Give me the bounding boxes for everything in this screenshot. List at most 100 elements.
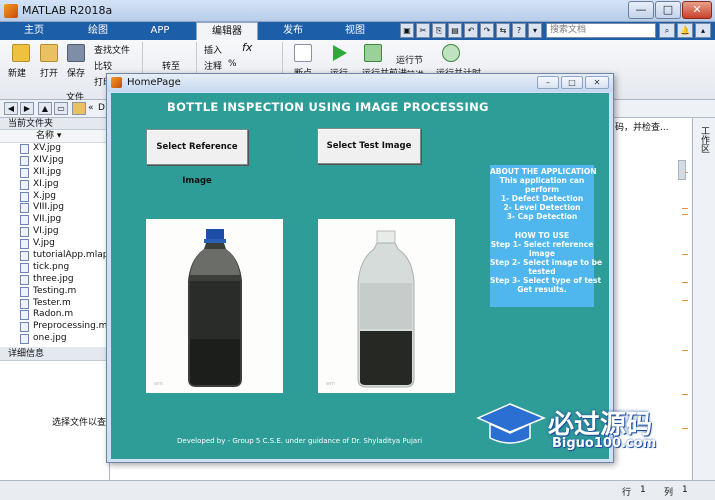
new-file-icon[interactable] [12,44,30,62]
file-list-item[interactable]: one.jpg [0,333,109,345]
about-line: 3- Cap Detection [506,212,578,222]
search-icon[interactable]: ⌕ [659,23,675,38]
current-folder-header: 当前文件夹 [0,118,109,130]
maximize-button[interactable]: □ [655,1,681,19]
quick-cut-icon[interactable]: ✂ [416,23,430,38]
workspace-side-tab[interactable]: 工作区 [692,118,715,480]
name-column-label: 名称 [36,131,55,141]
file-icon [20,179,29,190]
back-icon[interactable]: ◀ [4,102,18,115]
run-icon[interactable] [333,45,347,61]
tab-editor[interactable]: 编辑器 [196,22,258,40]
quick-paste-icon[interactable]: ▤ [448,23,462,38]
tab-publish[interactable]: 发布 [270,22,316,40]
notification-icon[interactable]: 🔔 [677,23,693,38]
homepage-title-bar[interactable]: HomePage – □ ✕ [107,74,613,92]
percent-icon[interactable]: % [228,59,237,69]
save-button[interactable]: 保存 [67,66,85,79]
file-name: three.jpg [33,273,74,284]
file-list-item[interactable]: XIV.jpg [0,155,109,167]
search-docs-input[interactable]: 搜索文档 [546,23,656,38]
matlab-logo-icon [4,4,18,18]
homepage-minimize-button[interactable]: – [537,76,559,89]
reference-bottle-image: wm [154,229,242,387]
about-line: tested [528,267,556,277]
file-list-item[interactable]: Testing.m [0,286,109,298]
svg-text:wm: wm [154,381,163,387]
file-list-item[interactable]: VIII.jpg [0,202,109,214]
file-list-item[interactable]: three.jpg [0,274,109,286]
file-list-item[interactable]: XII.jpg [0,167,109,179]
select-reference-image-button[interactable]: Select Reference Image [146,129,248,186]
open-folder-icon[interactable] [40,44,58,62]
help-icon[interactable]: ? [512,23,526,38]
file-list: XV.jpg XIV.jpg XII.jpg XI.jpg X.jpg VIII.jpg V… [0,143,114,345]
run-advance-icon[interactable] [364,44,382,62]
undo-icon[interactable]: ↶ [464,23,478,38]
minimize-button[interactable]: — [628,1,654,19]
file-name: Preprocessing.m [33,321,108,332]
switch-windows-icon[interactable]: ⇆ [496,23,510,38]
redo-icon[interactable]: ↷ [480,23,494,38]
file-list-item[interactable]: XI.jpg [0,179,109,191]
file-name: V.jpg [33,238,55,249]
file-list-item[interactable]: X.jpg [0,191,109,203]
select-test-image-button[interactable]: Select Test Image [317,128,421,164]
breakpoints-icon[interactable] [294,44,312,62]
forward-icon[interactable]: ▶ [20,102,34,115]
editor-scrollbar-thumb[interactable] [678,160,686,180]
about-line: 2- Level Detection [503,203,581,213]
figure-logo-icon [111,77,122,88]
save-disk-icon[interactable] [67,44,85,62]
details-header: 详细信息 [0,347,110,361]
file-list-item[interactable]: Radon.m [0,309,109,321]
file-icon [20,215,29,226]
file-list-item[interactable]: XV.jpg [0,143,109,155]
tab-view[interactable]: 视图 [332,22,378,40]
file-list-item[interactable]: Tester.m [0,298,109,310]
file-icon [20,334,29,345]
file-icon [20,155,29,166]
about-line: ABOUT THE APPLICATION [490,167,597,176]
workspace-tab-label[interactable]: 工作区 [698,126,711,153]
file-name: XI.jpg [33,178,59,189]
file-list-item[interactable]: tutorialApp.mlapp [0,250,114,262]
file-list-item[interactable]: VI.jpg [0,226,109,238]
close-button[interactable]: ✕ [682,1,712,19]
fx-icon[interactable]: fx [242,41,252,54]
file-list-item[interactable]: Preprocessing.m [0,321,109,333]
new-button[interactable]: 新建 [8,66,26,79]
current-path[interactable]: D [98,103,105,113]
browse-folder-icon[interactable]: ▭ [54,102,68,115]
analyzer-mark [682,208,688,209]
comment-button[interactable]: 注释 [204,59,222,72]
run-section-button[interactable]: 运行节 [396,53,423,66]
folder-up-icon[interactable]: ▲ [38,102,52,115]
about-line: Step 2- Select image to be [490,257,603,267]
tab-apps[interactable]: APP [138,22,182,40]
quick-copy-icon[interactable]: ⎘ [432,23,446,38]
homepage-maximize-button[interactable]: □ [561,76,583,89]
compare-button[interactable]: 比较 [94,59,112,72]
file-name: Tester.m [33,297,71,308]
goto-button[interactable]: 转至 [162,59,180,72]
insert-button[interactable]: 插入 [204,43,222,56]
run-time-icon[interactable] [442,44,460,62]
file-name: XIV.jpg [33,154,64,165]
file-list-item[interactable]: tick.png [0,262,109,274]
file-list-item[interactable]: VII.jpg [0,214,109,226]
name-column-header[interactable]: 名称 ▾ [0,130,109,143]
file-list-item[interactable]: V.jpg [0,238,109,250]
ribbon-collapse-icon[interactable]: ▴ [695,23,711,38]
file-icon [20,310,29,321]
quick-access-dropdown-icon[interactable]: ▾ [528,23,542,38]
tab-home[interactable]: 主页 [12,22,56,40]
open-button[interactable]: 打开 [40,66,58,79]
find-files-button[interactable]: 查找文件 [94,43,130,56]
file-icon [20,203,29,214]
analyzer-mark [682,254,688,255]
homepage-close-button[interactable]: ✕ [585,76,609,89]
analyzer-mark [682,300,688,301]
quick-save-icon[interactable]: ▣ [400,23,414,38]
tab-plots[interactable]: 绘图 [74,22,122,40]
